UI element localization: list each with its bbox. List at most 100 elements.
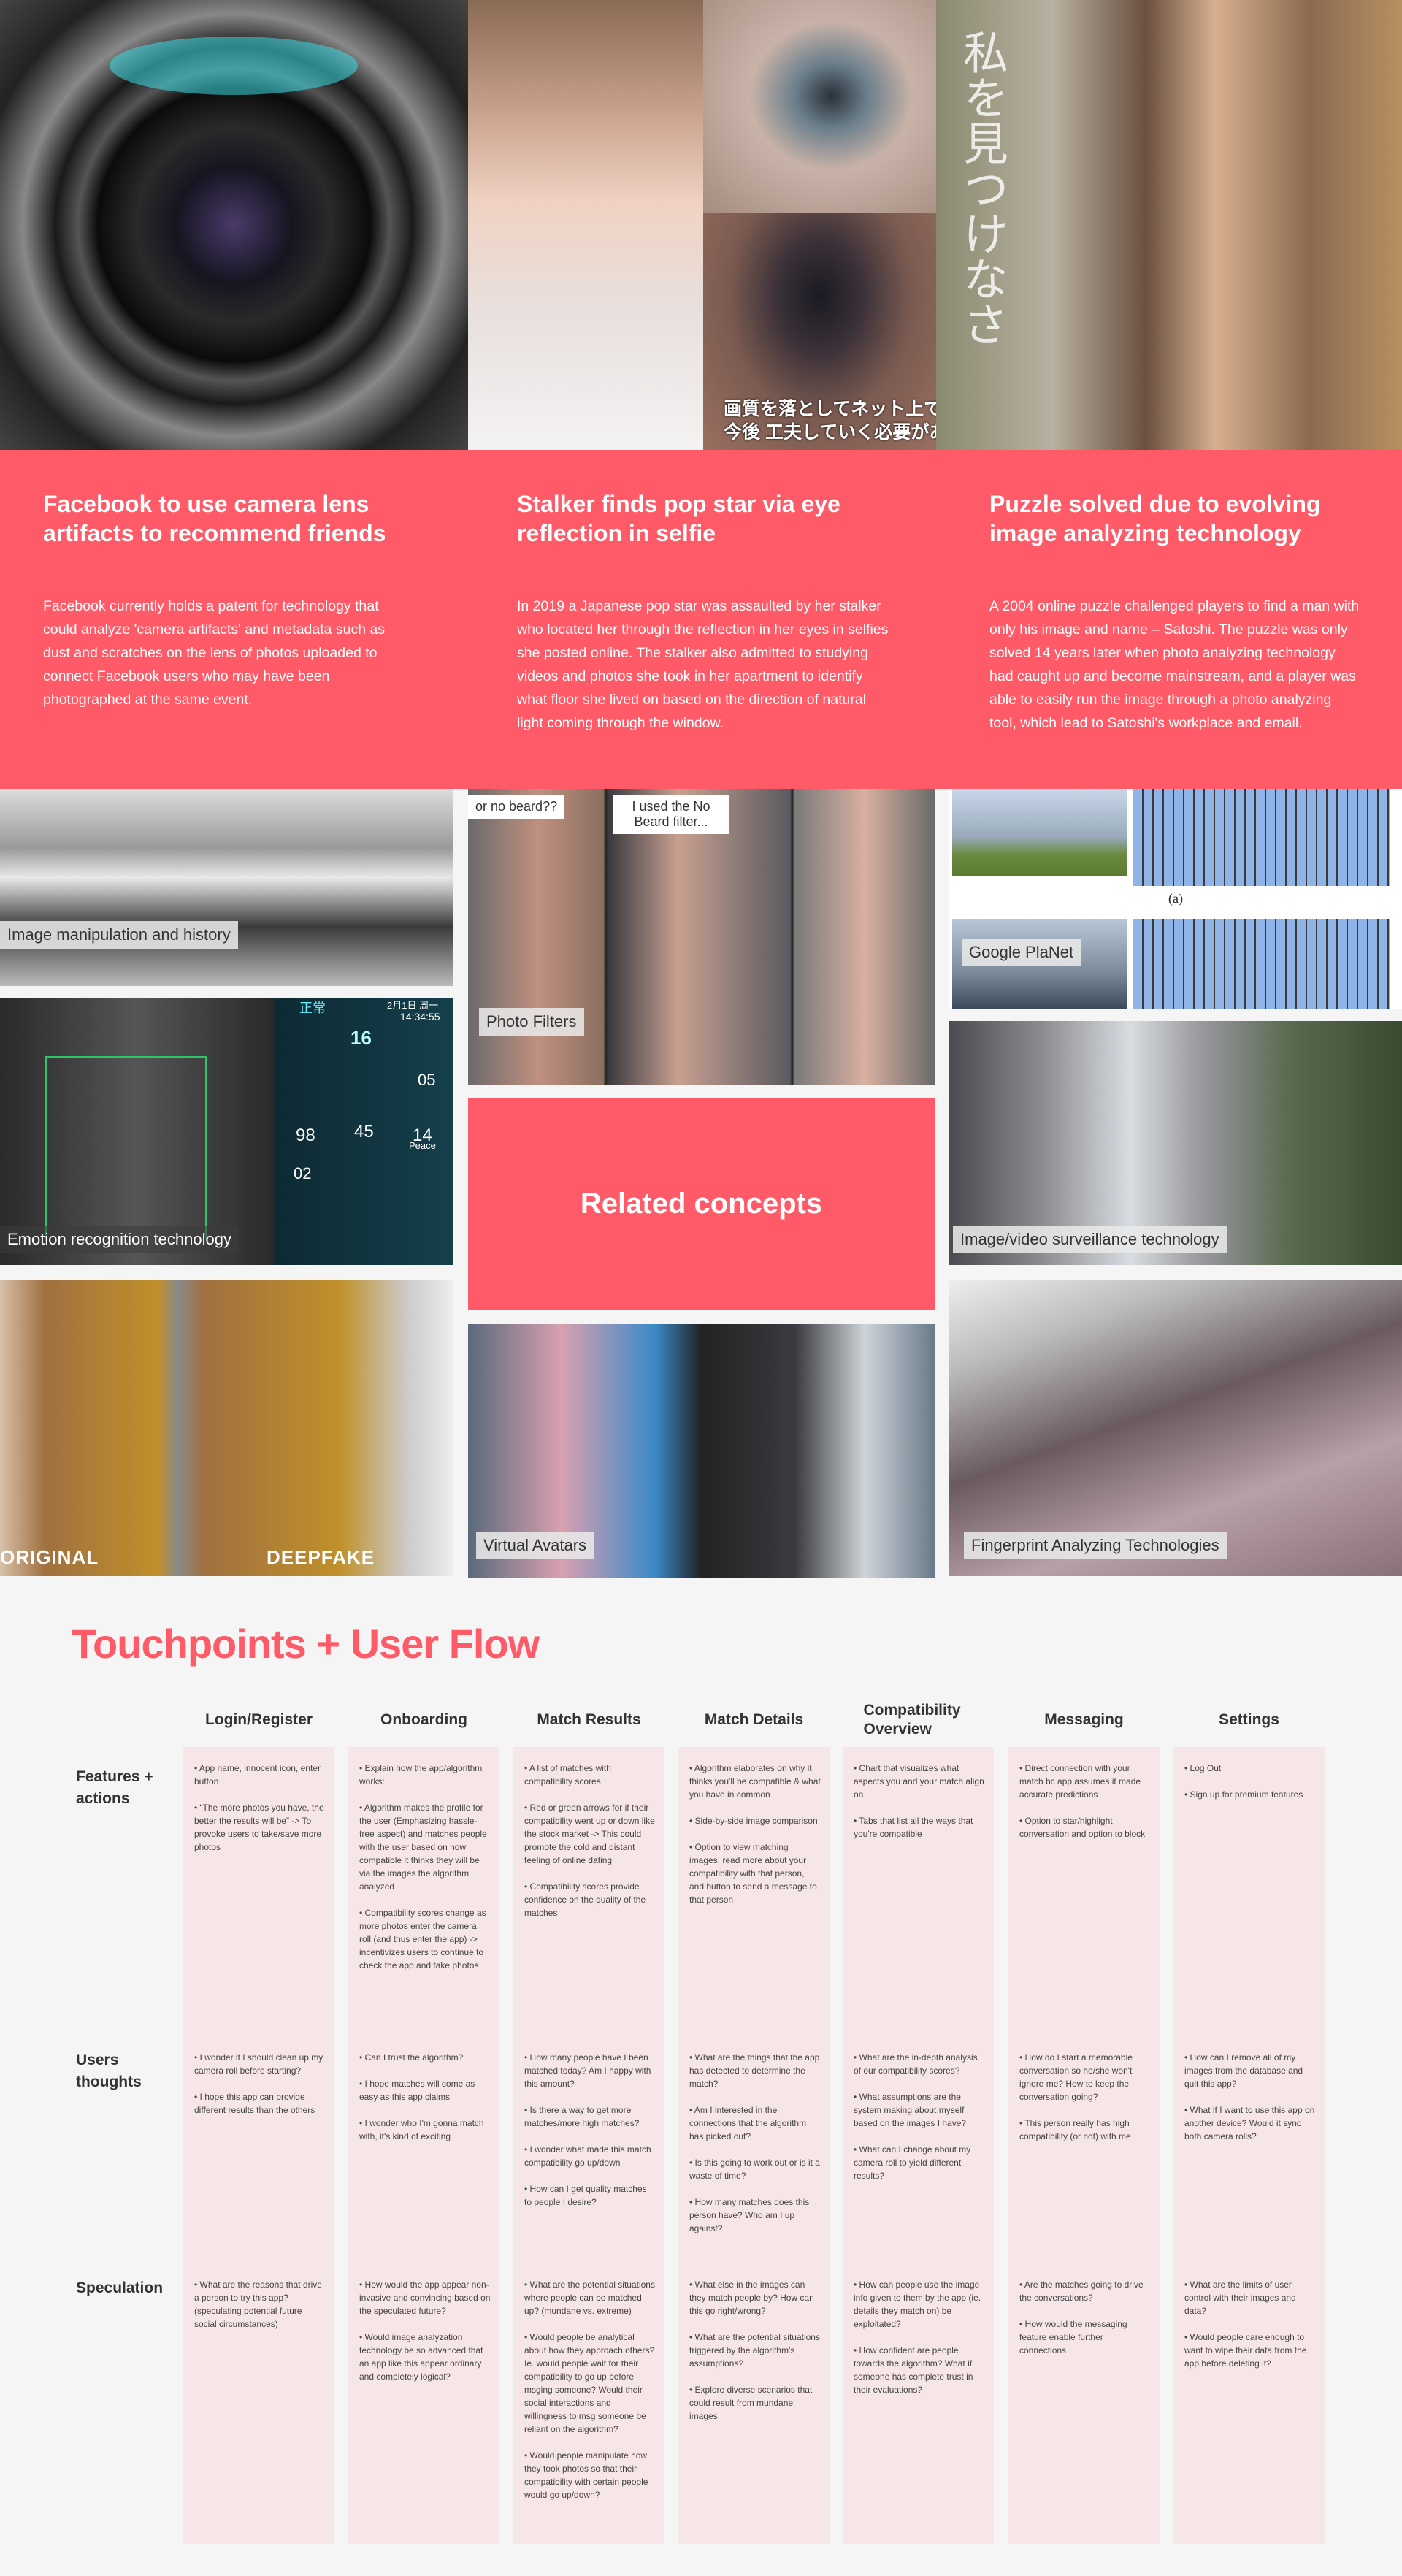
flow-bullet: • Explain how the app/algorithm works: bbox=[359, 1763, 483, 1786]
flow-bullet: • What can I change about my camera roll… bbox=[854, 2144, 971, 2181]
image-manipulation-photo: Image manipulation and history bbox=[0, 789, 453, 986]
flow-cell: • Chart that visualizes what aspects you… bbox=[854, 1762, 985, 1854]
flow-bullet: • App name, innocent icon, enter button bbox=[194, 1763, 321, 1786]
column-header-text: Onboarding bbox=[380, 1711, 467, 1728]
flow-bullet: • What assumptions are the system making… bbox=[854, 2092, 967, 2128]
flow-bullet: • Tabs that list all the ways that you'r… bbox=[854, 1816, 973, 1839]
eye-reflection-photo bbox=[703, 0, 936, 213]
row-label-speculation: Speculation bbox=[76, 2279, 164, 2296]
eye-closeup-photo: 画質を落としてネット上で見られ 今後 工夫していく必要があるのか bbox=[703, 213, 936, 450]
flow-bullet: • Am I interested in the connections tha… bbox=[689, 2105, 807, 2141]
flow-bullet: • Can I trust the algorithm? bbox=[359, 2052, 464, 2063]
hud-status: 正常 bbox=[299, 1001, 326, 1015]
fingerprint-photo: Fingerprint Analyzing Technologies bbox=[949, 1280, 1402, 1576]
virtual-avatars-label: Virtual Avatars bbox=[476, 1532, 594, 1559]
flow-cell: • How would the app appear non-invasive … bbox=[359, 2278, 491, 2396]
flow-column: • Algorithm elaborates on why it thinks … bbox=[678, 1747, 830, 2544]
world-map-grid bbox=[1133, 789, 1390, 886]
column-header: Compatibility Overview bbox=[843, 1694, 994, 1746]
flow-bullet: • Would people care enough to want to wi… bbox=[1184, 2332, 1307, 2369]
flow-bullet: • Direct connection with your match bc a… bbox=[1019, 1763, 1141, 1800]
column-header-text: Match Results bbox=[537, 1711, 641, 1728]
flow-cell: • What else in the images can they match… bbox=[689, 2278, 821, 2436]
column-header-text: Messaging bbox=[1044, 1711, 1124, 1728]
flow-column: • App name, innocent icon, enter button •… bbox=[183, 1747, 334, 2544]
flow-bullet: • Log Out bbox=[1184, 1763, 1222, 1773]
puzzle-vertical-text: 私を見つけなさ bbox=[956, 29, 1006, 346]
flow-column: • Direct connection with your match bc a… bbox=[1008, 1747, 1160, 2544]
figure-label: (a) bbox=[1168, 891, 1183, 906]
flow-cell: • What are the in-depth analysis of our … bbox=[854, 2051, 985, 2195]
flow-bullet: • Would people manipulate how they took … bbox=[524, 2450, 648, 2500]
flow-bullet: • How many people have I been matched to… bbox=[524, 2052, 651, 2089]
flow-bullet: • How can people use the image info give… bbox=[854, 2279, 981, 2329]
flow-bullet: • Would people be analytical about how t… bbox=[524, 2332, 655, 2434]
touchpoints-title: Touchpoints + User Flow bbox=[72, 1621, 540, 1667]
column-header: Messaging bbox=[1008, 1694, 1160, 1746]
flow-column: • A list of matches with compatibility s… bbox=[513, 1747, 664, 2544]
flow-bullet: • Explore diverse scenarios that could r… bbox=[689, 2385, 813, 2421]
flow-bullet: • This person really has high compatibil… bbox=[1019, 2118, 1131, 2141]
stories-band: Facebook to use camera lens artifacts to… bbox=[0, 450, 1402, 789]
flow-column: • Explain how the app/algorithm works: • … bbox=[348, 1747, 499, 2544]
flow-bullet: • Option to star/highlight conversation … bbox=[1019, 1816, 1146, 1839]
surveillance-label: Image/video surveillance technology bbox=[953, 1226, 1227, 1253]
photo-filter-overlay-2: I used the No Beard filter... bbox=[613, 795, 729, 834]
pop-star-selfie-photo bbox=[468, 0, 703, 450]
flow-bullet: • Is this going to work out or is it a w… bbox=[689, 2158, 820, 2181]
flow-cell: • A list of matches with compatibility s… bbox=[524, 1762, 656, 1933]
story-body: Facebook currently holds a patent for te… bbox=[43, 598, 386, 708]
flow-bullet: • How would the messaging feature enable… bbox=[1019, 2319, 1127, 2355]
story-body: In 2019 a Japanese pop star was assaulte… bbox=[517, 598, 889, 731]
flow-bullet: • Chart that visualizes what aspects you… bbox=[854, 1763, 984, 1800]
related-concepts-heading: Related concepts bbox=[468, 1098, 935, 1310]
photo-filters-label: Photo Filters bbox=[479, 1008, 584, 1036]
hud-date: 2月1日 周一 bbox=[387, 1000, 439, 1011]
flow-bullet: • What else in the images can they match… bbox=[689, 2279, 814, 2316]
emotion-recognition-label: Emotion recognition technology bbox=[0, 1226, 239, 1253]
flow-bullet: • I wonder what made this match compatib… bbox=[524, 2144, 651, 2168]
flow-bullet: • How many matches does this person have… bbox=[689, 2197, 810, 2233]
flow-cell: • How can people use the image info give… bbox=[854, 2278, 985, 2409]
flow-bullet: • Side-by-side image comparison bbox=[689, 1816, 818, 1826]
flow-bullet: • How can I get quality matches to peopl… bbox=[524, 2184, 647, 2207]
hud-speed: 16 bbox=[350, 1027, 372, 1049]
row-label-thoughts: Users thoughts bbox=[76, 2052, 142, 2090]
flow-cell: • How do I start a memorable conversatio… bbox=[1019, 2051, 1151, 2156]
flow-bullet: • Compatibility scores provide confidenc… bbox=[524, 1881, 646, 1918]
flow-bullet: • Red or green arrows for if their compa… bbox=[524, 1803, 655, 1865]
satoshi-photo: 私を見つけなさ bbox=[936, 0, 1402, 450]
flow-bullet: • Algorithm makes the profile for the us… bbox=[359, 1803, 487, 1892]
eiffel-photo bbox=[952, 789, 1127, 876]
flow-bullet: • What are the in-depth analysis of our … bbox=[854, 2052, 978, 2076]
flow-bullet: • What if I want to use this app on anot… bbox=[1184, 2105, 1315, 2141]
flow-bullet: • Algorithm elaborates on why it thinks … bbox=[689, 1763, 821, 1800]
flow-bullet: • What are the things that the app has d… bbox=[689, 2052, 820, 2089]
story-body: A 2004 online puzzle challenged players … bbox=[989, 598, 1360, 731]
hud-value-v5: 02 bbox=[294, 1164, 312, 1182]
flow-cell: • How can I remove all of my images from… bbox=[1184, 2051, 1316, 2156]
hud-value-v2: 98 bbox=[296, 1125, 315, 1145]
hud-value-v3: 45 bbox=[354, 1122, 374, 1142]
flow-bullet: • How can I remove all of my images from… bbox=[1184, 2052, 1303, 2089]
camera-lens-photo bbox=[0, 0, 468, 450]
photo-filters-photo: or no beard?? I used the No Beard filter… bbox=[468, 789, 935, 1085]
flow-bullet: • “The more photos you have, the better … bbox=[194, 1803, 324, 1852]
row-label-features: Features + actions bbox=[76, 1768, 153, 1807]
column-header-text: Login/Register bbox=[204, 1711, 313, 1728]
flow-bullet: • Is there a way to get more matches/mor… bbox=[524, 2105, 640, 2128]
deepfake-photo: ORIGINAL DEEPFAKE bbox=[0, 1280, 453, 1576]
virtual-avatars-photo: Virtual Avatars bbox=[468, 1324, 935, 1578]
photo-filter-overlay-1: or no beard?? bbox=[468, 795, 565, 819]
flow-bullet: • How do I start a memorable conversatio… bbox=[1019, 2052, 1133, 2102]
flow-bullet: • I hope matches will come as easy as th… bbox=[359, 2079, 475, 2102]
flow-cell: • What are the things that the app has d… bbox=[689, 2051, 821, 2248]
flow-bullet: • Compatibility scores change as more ph… bbox=[359, 1908, 486, 1971]
deepfake-fake-label: DEEPFAKE bbox=[267, 1546, 375, 1568]
flow-column: • Chart that visualizes what aspects you… bbox=[843, 1747, 994, 2544]
story-title: Stalker finds pop star via eye reflectio… bbox=[517, 491, 840, 546]
flow-bullet: • What are the reasons that drive a pers… bbox=[194, 2279, 322, 2329]
hud-mood: Peace bbox=[409, 1140, 436, 1151]
column-header: Match Details bbox=[678, 1694, 830, 1746]
story-puzzle: Puzzle solved due to evolving image anal… bbox=[989, 489, 1362, 735]
